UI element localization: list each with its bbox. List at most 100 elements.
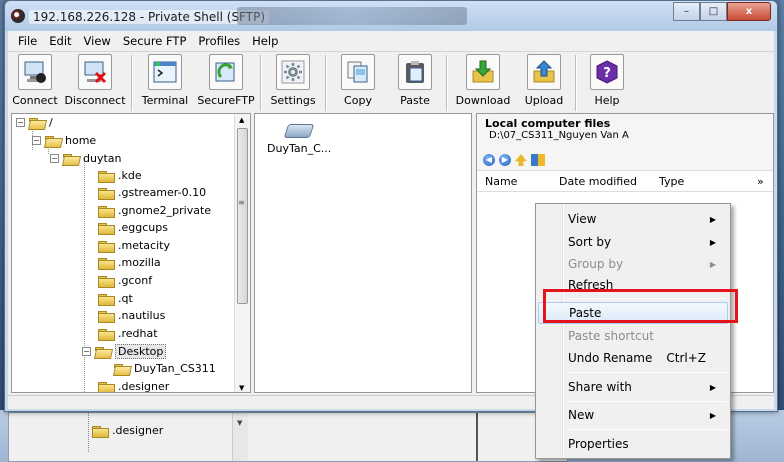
paste-icon [398, 54, 432, 90]
help-button[interactable]: ? Help [579, 52, 635, 107]
upload-button[interactable]: Upload [516, 52, 572, 107]
remote-item[interactable]: DuyTan_C... [267, 124, 331, 155]
settings-button[interactable]: Settings [264, 52, 322, 107]
toolbar: Connect Disconnect Terminal SecureFTP Se… [8, 51, 774, 113]
disconnect-button[interactable]: Disconnect [62, 52, 128, 107]
back-icon[interactable]: ◀ [483, 154, 495, 166]
menu-secure-ftp[interactable]: Secure FTP [117, 32, 193, 50]
menu-separator [566, 372, 726, 373]
settings-label: Settings [270, 94, 316, 107]
menu-item-new[interactable]: New ▶ [538, 404, 728, 426]
folder-icon [98, 328, 115, 341]
drive-icon [283, 124, 315, 138]
tree-item-gstreamer[interactable]: .gstreamer-0.10 [98, 184, 206, 201]
background-folder-row: .designer [92, 424, 164, 438]
app-icon [11, 9, 25, 23]
tree-item-label: .gnome2_private [118, 204, 212, 217]
folder-icon [98, 293, 115, 306]
menu-item-undo-rename[interactable]: Undo Rename Ctrl+Z [538, 347, 728, 369]
remote-files-pane[interactable]: DuyTan_C... [254, 113, 472, 393]
column-overflow-icon[interactable]: » [749, 175, 769, 188]
tree-item-qt[interactable]: .qt [98, 290, 133, 307]
paste-button[interactable]: Paste [387, 52, 443, 107]
tree-item-duytan-cs311[interactable]: DuyTan_CS311 [114, 360, 216, 377]
menu-item-label: New [568, 408, 595, 422]
tree-item-home[interactable]: − home [32, 132, 96, 149]
column-date-modified[interactable]: Date modified [551, 175, 651, 188]
connect-button[interactable]: Connect [8, 52, 62, 107]
title-bar[interactable]: 192.168.226.128 - Private Shell (SFTP) –… [5, 1, 777, 31]
menu-item-view[interactable]: View ▶ [538, 208, 728, 230]
upload-icon [527, 54, 561, 90]
collapse-icon[interactable]: − [16, 118, 25, 127]
folder-open-icon [45, 135, 61, 146]
menu-profiles[interactable]: Profiles [192, 32, 246, 50]
disconnect-icon [78, 54, 112, 90]
scroll-down-icon[interactable]: ▼ [239, 384, 244, 392]
submenu-arrow-icon: ▶ [709, 410, 716, 420]
column-name[interactable]: Name [477, 175, 551, 188]
download-button[interactable]: Download [450, 52, 516, 107]
menu-item-share-with[interactable]: Share with ▶ [538, 376, 728, 398]
terminal-button[interactable]: Terminal [135, 52, 195, 107]
submenu-arrow-icon: ▶ [709, 259, 716, 269]
scrollbar-thumb[interactable] [237, 128, 248, 304]
tree-item-gconf[interactable]: .gconf [98, 272, 152, 289]
toolbar-separator [446, 55, 447, 111]
folder-icon [98, 275, 115, 288]
menu-file[interactable]: File [12, 32, 43, 50]
tree-item-label: .gconf [118, 274, 153, 287]
maximize-button[interactable]: □ [700, 2, 727, 21]
collapse-icon[interactable]: − [82, 347, 91, 356]
tree-item-nautilus[interactable]: .nautilus [98, 307, 165, 324]
collapse-icon[interactable]: − [50, 154, 59, 163]
download-label: Download [455, 94, 511, 107]
column-header: Name Date modified Type » [477, 170, 773, 192]
menu-item-label: Properties [568, 437, 629, 451]
folder-open-icon [63, 153, 79, 164]
forward-icon[interactable]: ▶ [499, 154, 511, 166]
scroll-grip-icon: ≡ [238, 198, 245, 207]
up-folder-icon[interactable] [515, 154, 527, 166]
tree-scrollbar[interactable]: ▲ ≡ ▼ [234, 114, 250, 392]
menu-item-sort-by[interactable]: Sort by ▶ [538, 231, 728, 253]
tree-item-metacity[interactable]: .metacity [98, 237, 170, 254]
menu-item-properties[interactable]: Properties [538, 433, 728, 455]
menu-item-label: View [568, 212, 597, 226]
tree-item-redhat[interactable]: .redhat [98, 325, 158, 342]
submenu-arrow-icon: ▶ [709, 382, 716, 392]
background-tree-line [88, 412, 89, 452]
local-nav-bar: ◀ ▶ [477, 150, 773, 170]
collapse-icon[interactable]: − [32, 136, 41, 145]
tree-item-mozilla[interactable]: .mozilla [98, 254, 161, 271]
menu-separator [566, 429, 726, 430]
column-type[interactable]: Type [651, 175, 749, 188]
submenu-arrow-icon: ▶ [709, 237, 716, 247]
tree-item-gnome2-private[interactable]: .gnome2_private [98, 202, 211, 219]
tree-item-root[interactable]: − / [16, 114, 53, 131]
tree-item-eggcups[interactable]: .eggcups [98, 219, 168, 236]
menu-edit[interactable]: Edit [43, 32, 77, 50]
copy-button[interactable]: Copy [329, 52, 387, 107]
tree-item-label: .nautilus [118, 309, 166, 322]
tree-item-label: .designer [118, 380, 170, 393]
tree-item-duytan[interactable]: − duytan [50, 150, 122, 167]
paste-label: Paste [400, 94, 430, 107]
toolbar-separator [325, 55, 326, 111]
background-folder-label: .designer [112, 424, 164, 437]
close-button[interactable]: x [727, 2, 771, 21]
secure-ftp-button[interactable]: SecureFTP [195, 52, 257, 107]
menu-help[interactable]: Help [246, 32, 284, 50]
tree-item-designer[interactable]: .designer [98, 378, 170, 393]
window-title: 192.168.226.128 - Private Shell (SFTP) [29, 10, 269, 24]
minimize-button[interactable]: – [673, 2, 700, 21]
tree-item-desktop[interactable]: − Desktop [82, 343, 167, 360]
tree-item-label: .eggcups [118, 221, 168, 234]
tree-item-label: home [65, 134, 97, 147]
paste-highlight-box [543, 289, 738, 323]
view-options-icon[interactable] [531, 154, 545, 166]
tree-item-kde[interactable]: .kde [98, 167, 142, 184]
scroll-up-icon[interactable]: ▲ [239, 116, 244, 124]
menu-view[interactable]: View [78, 32, 117, 50]
help-label: Help [594, 94, 620, 107]
